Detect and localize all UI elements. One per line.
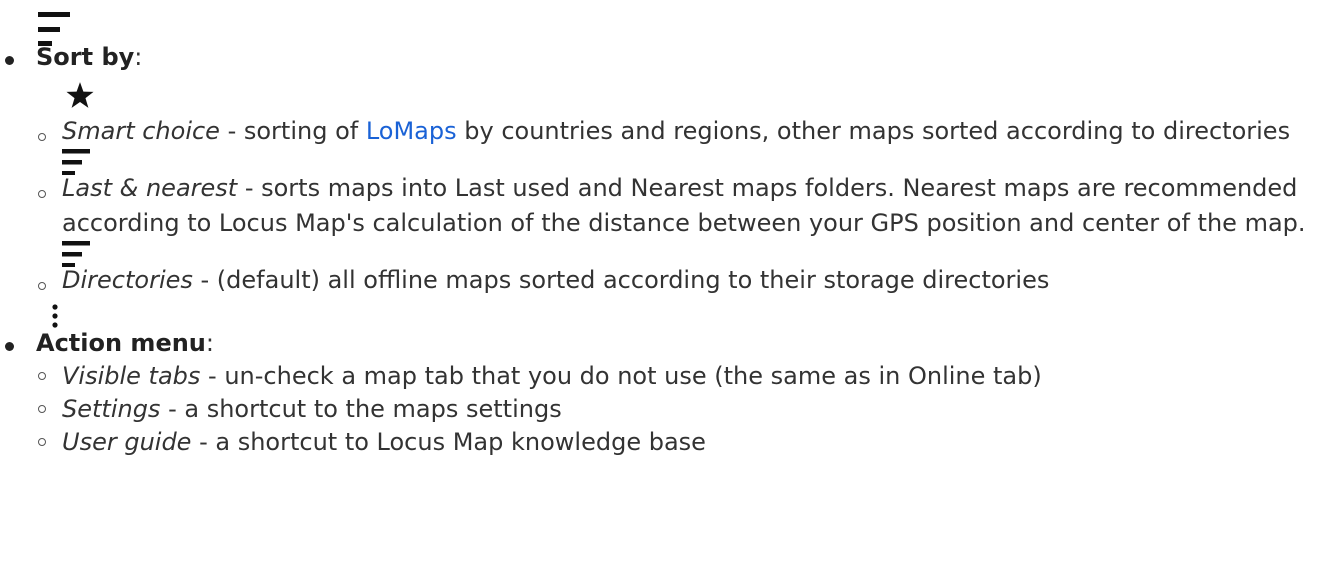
action-name: User guide [62, 428, 192, 456]
sort-lines-icon [38, 12, 70, 46]
sort-by-heading: Sort by: [36, 12, 1325, 74]
action-menu-label: Action menu [36, 329, 206, 357]
action-text: - un-check a map tab that you do not use… [200, 362, 1042, 390]
action-menu-colon: : [205, 329, 214, 357]
option-name: Last & nearest [62, 174, 238, 202]
sub-list-bullet [38, 438, 46, 446]
sort-option-directories: Directories - (default) all offline maps… [36, 241, 1325, 298]
action-menu-section: Action menu: Visible tabs - un-check a m… [0, 304, 1325, 459]
list-bullet [5, 342, 14, 351]
star-icon [66, 82, 94, 108]
sort-by-section: Sort by: Smart choice - sorting of LoMap… [0, 12, 1325, 298]
action-menu-heading: Action menu: [36, 304, 1325, 360]
list-bullet [5, 56, 14, 65]
action-settings: Settings - a shortcut to the maps settin… [36, 393, 1325, 426]
option-name: Directories [62, 266, 193, 294]
action-text: - a shortcut to Locus Map knowledge base [191, 428, 706, 456]
sort-lines-icon [62, 149, 90, 175]
sub-list-bullet [38, 133, 46, 141]
option-name: Smart choice [62, 117, 220, 145]
action-name: Visible tabs [62, 362, 201, 390]
sub-list-bullet [38, 190, 46, 198]
sort-lines-icon [62, 241, 90, 267]
option-text: - sorting of [219, 117, 366, 145]
more-vertical-icon [52, 304, 58, 328]
sub-list-bullet [38, 282, 46, 290]
sort-option-smart-choice: Smart choice - sorting of LoMaps by coun… [36, 82, 1325, 149]
action-name: Settings [62, 395, 161, 423]
option-text: by countries and regions, other maps sor… [456, 117, 1291, 145]
sub-list-bullet [38, 405, 46, 413]
action-visible-tabs: Visible tabs - un-check a map tab that y… [36, 360, 1325, 393]
option-text: - (default) all offline maps sorted acco… [192, 266, 1050, 294]
lomaps-link[interactable]: LoMaps [366, 117, 457, 145]
sort-option-last-nearest: Last & nearest - sorts maps into Last us… [36, 149, 1325, 241]
document-page: Sort by: Smart choice - sorting of LoMap… [0, 0, 1325, 576]
sort-by-colon: : [134, 43, 143, 71]
sort-options-list: Smart choice - sorting of LoMaps by coun… [36, 82, 1325, 298]
action-text: - a shortcut to the maps settings [160, 395, 562, 423]
option-text: - sorts maps into Last used and Nearest … [62, 174, 1306, 237]
action-menu-list: Visible tabs - un-check a map tab that y… [36, 360, 1325, 459]
sub-list-bullet [38, 372, 46, 380]
action-user-guide: User guide - a shortcut to Locus Map kno… [36, 426, 1325, 459]
top-level-list: Sort by: Smart choice - sorting of LoMap… [0, 12, 1325, 459]
